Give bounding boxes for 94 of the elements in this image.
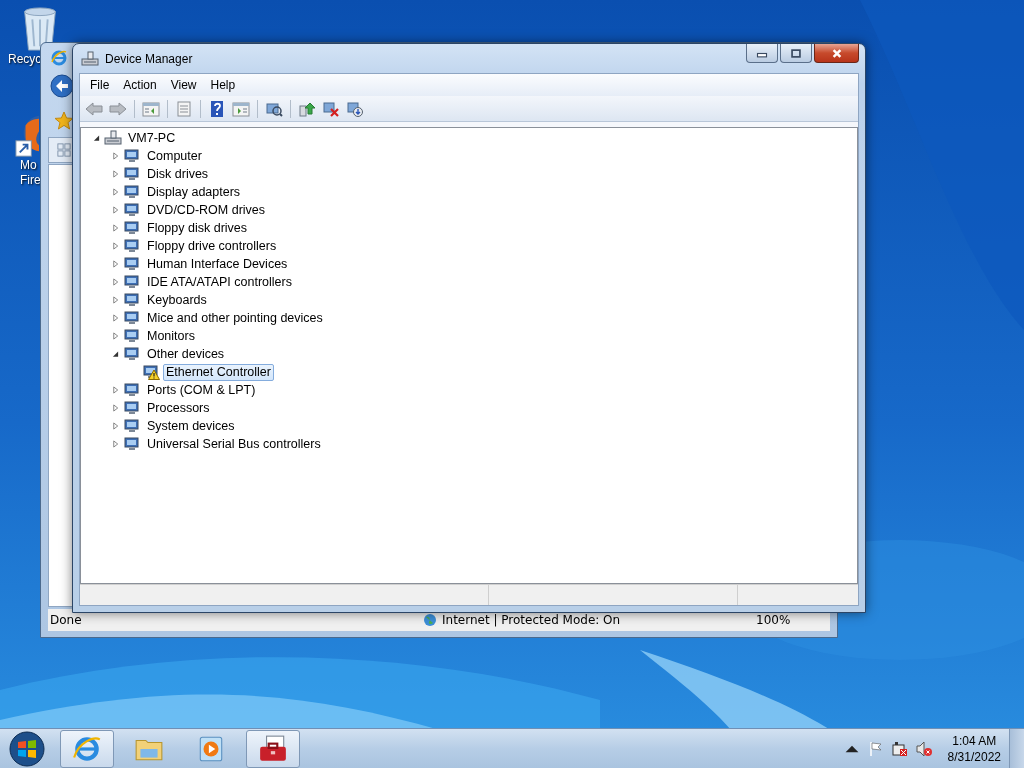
network-error-icon[interactable] <box>891 741 908 757</box>
update-driver-icon[interactable] <box>297 100 317 117</box>
globe-icon <box>72 734 102 764</box>
tree-item[interactable]: Ethernet Controller <box>163 363 274 381</box>
collapse-arrow-icon[interactable] <box>93 134 100 142</box>
minimize-button[interactable] <box>746 44 778 63</box>
expand-arrow-icon[interactable] <box>112 314 119 322</box>
device-icon <box>123 310 141 326</box>
device-icon <box>123 274 141 290</box>
tree-item[interactable]: DVD/CD-ROM drives <box>144 201 269 219</box>
expand-arrow-icon[interactable] <box>112 440 119 448</box>
tree-item[interactable]: Other devices <box>144 345 228 363</box>
expand-arrow-icon[interactable] <box>112 422 119 430</box>
close-icon <box>830 48 843 58</box>
maximize-button[interactable] <box>780 44 812 63</box>
tree-item[interactable]: Monitors <box>144 327 198 345</box>
device-icon <box>123 400 141 416</box>
expand-arrow-icon[interactable] <box>112 278 119 286</box>
expand-arrow-icon[interactable] <box>112 386 119 394</box>
tree-item[interactable]: Processors <box>144 399 213 417</box>
close-button[interactable] <box>814 44 859 63</box>
menu-item[interactable]: Help <box>203 78 243 92</box>
device-icon <box>123 292 141 308</box>
start-button[interactable] <box>9 731 45 767</box>
tree-item[interactable]: Disk drives <box>144 165 212 183</box>
tree-item[interactable]: Floppy drive controllers <box>144 237 280 255</box>
grid-icon <box>57 143 71 157</box>
device-icon <box>123 436 141 452</box>
computer-icon <box>104 130 122 146</box>
desktop-icon-label[interactable]: Mo <box>14 158 37 173</box>
clock[interactable]: 1:04 AM 8/31/2022 <box>947 733 1001 765</box>
back-icon[interactable] <box>84 100 104 117</box>
tree-item[interactable]: Floppy disk drives <box>144 219 251 237</box>
device-icon <box>123 166 141 182</box>
device-icon <box>123 256 141 272</box>
tree-item[interactable]: Keyboards <box>144 291 210 309</box>
expand-arrow-icon[interactable] <box>112 332 119 340</box>
expand-arrow-icon[interactable] <box>112 188 119 196</box>
toolbox-icon <box>258 734 288 764</box>
scan-hardware-icon[interactable] <box>264 100 284 117</box>
console-tree-icon[interactable] <box>141 100 161 117</box>
tree-item[interactable]: VM7-PC <box>125 129 179 147</box>
tree-item[interactable]: Universal Serial Bus controllers <box>144 435 324 453</box>
device-icon <box>123 184 141 200</box>
flag-icon[interactable] <box>867 741 884 757</box>
security-zone-text: Internet | Protected Mode: On <box>442 613 621 627</box>
tree-item[interactable]: IDE ATA/ATAPI controllers <box>144 273 295 291</box>
device-icon <box>123 328 141 344</box>
uninstall-icon[interactable] <box>321 100 341 117</box>
device-icon <box>123 418 141 434</box>
star-icon[interactable] <box>54 111 74 131</box>
tree-item[interactable]: Human Interface Devices <box>144 255 291 273</box>
muted-speaker-icon[interactable] <box>915 741 932 757</box>
expand-arrow-icon[interactable] <box>112 206 119 214</box>
expand-arrow-icon[interactable] <box>112 170 119 178</box>
desktop-icon-label[interactable]: Recyc <box>8 52 42 67</box>
tree-item[interactable]: Ports (COM & LPT) <box>144 381 259 399</box>
show-desktop-button[interactable] <box>1009 729 1024 768</box>
back-button-icon[interactable] <box>50 74 74 98</box>
menu-item[interactable]: File <box>83 78 117 92</box>
taskbar-button[interactable] <box>246 730 300 768</box>
forward-icon[interactable] <box>108 100 128 117</box>
expand-arrow-icon[interactable] <box>112 152 119 160</box>
tree-item[interactable]: Display adapters <box>144 183 244 201</box>
expand-arrow-icon[interactable] <box>112 224 119 232</box>
device-icon <box>123 382 141 398</box>
device-icon <box>123 238 141 254</box>
expand-arrow-icon[interactable] <box>112 296 119 304</box>
tree-item[interactable]: Mice and other pointing devices <box>144 309 326 327</box>
zoom-level[interactable]: 100% <box>756 613 791 627</box>
window-title: Device Manager <box>105 51 193 66</box>
maximize-icon <box>790 48 802 58</box>
enable-device-icon[interactable] <box>345 100 365 117</box>
expand-arrow-icon[interactable] <box>112 404 119 412</box>
status-text: Done <box>50 613 82 627</box>
clock-date: 8/31/2022 <box>947 749 1001 765</box>
globe-icon <box>423 613 437 627</box>
computer-icon <box>81 50 99 67</box>
menu-item[interactable]: View <box>163 78 204 92</box>
device-icon <box>123 346 141 362</box>
expand-arrow-icon[interactable] <box>112 242 119 250</box>
expand-arrow-icon[interactable] <box>112 260 119 268</box>
device-icon <box>123 202 141 218</box>
taskbar-button[interactable] <box>60 730 114 768</box>
clock-time: 1:04 AM <box>952 733 997 749</box>
tree-item[interactable]: Computer <box>144 147 205 165</box>
tree-item[interactable]: System devices <box>144 417 238 435</box>
collapse-arrow-icon[interactable] <box>112 350 119 358</box>
browser-tab[interactable] <box>48 137 72 163</box>
menu-item[interactable]: Action <box>116 78 164 92</box>
device-icon <box>123 220 141 236</box>
browser-logo-icon <box>51 50 67 66</box>
device-icon <box>123 148 141 164</box>
desktop-icon-label[interactable]: Fire <box>14 173 41 188</box>
